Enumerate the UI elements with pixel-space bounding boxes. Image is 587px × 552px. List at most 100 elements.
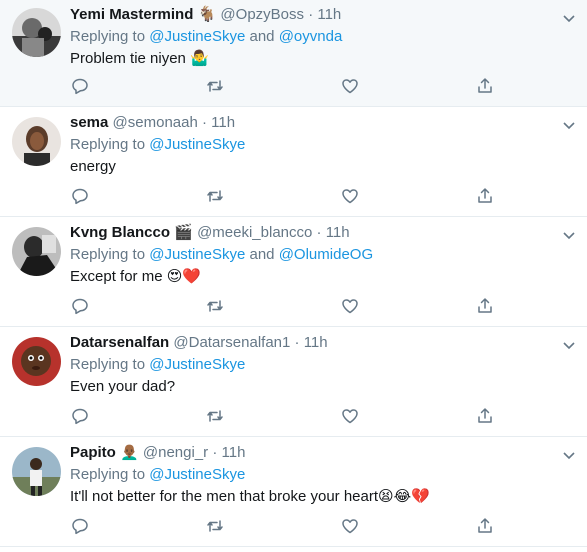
retweet-icon[interactable] [205,76,225,96]
replying-label: Replying to [70,466,146,483]
tweet-content: Kvng Blancco 🎬 @meeki_blancco · 11h Repl… [70,223,557,287]
like-icon[interactable] [340,186,360,206]
tweet-content: Datarsenalfan @Datarsenalfan1 · 11h Repl… [70,333,557,397]
retweet-icon[interactable] [205,516,225,536]
replying-to: Replying to @JustineSkye and @oyvnda [70,27,557,47]
tweet[interactable]: Papito 👨🏾‍🦲 @nengi_r · 11h Replying to @… [0,437,587,547]
tweet-header: Datarsenalfan @Datarsenalfan1 · 11h [70,333,557,353]
separator-dot: · [212,444,218,461]
tweet[interactable]: Yemi Mastermind 🐐 @OpzyBoss · 11h Replyi… [0,0,587,107]
tweet[interactable]: Datarsenalfan @Datarsenalfan1 · 11h Repl… [0,327,587,437]
tweet[interactable]: sema @semonaah · 11h Replying to @Justin… [0,107,587,217]
share-icon[interactable] [475,516,495,536]
like-icon[interactable] [340,296,360,316]
tweet[interactable]: Kvng Blancco 🎬 @meeki_blancco · 11h Repl… [0,217,587,327]
tweet-emoji: 😫😂💔 [378,488,430,505]
timestamp[interactable]: 11h [304,334,328,351]
replying-to: Replying to @JustineSkye [70,355,557,375]
reply-icon[interactable] [70,76,90,96]
user-handle[interactable]: @semonaah [113,114,198,131]
user-handle[interactable]: @nengi_r [143,444,208,461]
replying-joiner: and [249,28,275,45]
separator-dot: · [294,334,300,351]
name-emoji: 👨🏾‍🦲 [120,444,139,461]
like-icon[interactable] [340,516,360,536]
avatar[interactable] [12,8,61,57]
user-handle[interactable]: @Datarsenalfan1 [173,334,290,351]
display-name[interactable]: Kvng Blancco [70,224,170,241]
mention-link[interactable]: @JustineSkye [149,136,245,153]
tweet-text: Even your dad? [70,377,557,397]
replying-to: Replying to @JustineSkye [70,135,557,155]
tweet-actions [70,516,575,536]
avatar[interactable] [12,227,61,276]
mention-link[interactable]: @JustineSkye [149,466,245,483]
tweet-text-body: Except for me [70,268,163,285]
replying-label: Replying to [70,136,146,153]
separator-dot: · [308,6,314,23]
reply-icon[interactable] [70,516,90,536]
separator-dot: · [202,114,207,131]
display-name[interactable]: sema [70,114,108,131]
tweet-feed: Yemi Mastermind 🐐 @OpzyBoss · 11h Replyi… [0,0,587,547]
name-emoji: 🐐 [197,6,217,23]
replying-label: Replying to [70,246,146,263]
tweet-actions [70,76,575,96]
tweet-content: Papito 👨🏾‍🦲 @nengi_r · 11h Replying to @… [70,443,557,507]
name-emoji: 🎬 [174,224,193,241]
chevron-down-icon[interactable] [561,337,577,353]
chevron-down-icon[interactable] [561,10,577,26]
display-name[interactable]: Papito [70,444,116,461]
user-handle[interactable]: @OpzyBoss [220,6,304,23]
separator-dot: · [316,224,322,241]
tweet-actions [70,186,575,206]
display-name[interactable]: Datarsenalfan [70,334,169,351]
timestamp[interactable]: 11h [326,224,350,241]
tweet-text: Problem tie niyen 🤷‍♂️ [70,49,557,69]
like-icon[interactable] [340,406,360,426]
chevron-down-icon[interactable] [561,447,577,463]
share-icon[interactable] [475,406,495,426]
tweet-actions [70,296,575,316]
mention-link[interactable]: @JustineSkye [149,246,245,263]
share-icon[interactable] [475,186,495,206]
tweet-actions [70,406,575,426]
retweet-icon[interactable] [205,406,225,426]
tweet-emoji: 😍❤️ [166,268,202,285]
reply-icon[interactable] [70,406,90,426]
user-handle[interactable]: @meeki_blancco [197,224,312,241]
tweet-text: It'll not better for the men that broke … [70,487,557,507]
timestamp[interactable]: 11h [222,444,246,461]
tweet-text-body: energy [70,158,116,175]
timestamp[interactable]: 11h [211,114,235,131]
replying-label: Replying to [70,28,146,45]
chevron-down-icon[interactable] [561,117,577,133]
share-icon[interactable] [475,296,495,316]
retweet-icon[interactable] [205,186,225,206]
tweet-emoji: 🤷‍♂️ [190,50,209,67]
tweet-text: Except for me 😍❤️ [70,267,557,287]
tweet-header: Kvng Blancco 🎬 @meeki_blancco · 11h [70,223,557,243]
mention-link[interactable]: @OlumideOG [279,246,373,263]
avatar[interactable] [12,337,61,386]
avatar[interactable] [12,117,61,166]
tweet-text-body: Problem tie niyen [70,50,186,67]
reply-icon[interactable] [70,186,90,206]
reply-icon[interactable] [70,296,90,316]
mention-link[interactable]: @JustineSkye [149,28,245,45]
tweet-header: Papito 👨🏾‍🦲 @nengi_r · 11h [70,443,557,463]
display-name[interactable]: Yemi Mastermind [70,6,193,23]
like-icon[interactable] [340,76,360,96]
share-icon[interactable] [475,76,495,96]
tweet-text-body: Even your dad? [70,378,176,395]
mention-link[interactable]: @oyvnda [279,28,343,45]
tweet-content: sema @semonaah · 11h Replying to @Justin… [70,113,557,177]
tweet-text: energy [70,157,557,177]
avatar[interactable] [12,447,61,496]
retweet-icon[interactable] [205,296,225,316]
chevron-down-icon[interactable] [561,227,577,243]
timestamp[interactable]: 11h [317,6,341,23]
mention-link[interactable]: @JustineSkye [149,356,245,373]
tweet-header: sema @semonaah · 11h [70,113,557,133]
replying-joiner: and [249,246,275,263]
